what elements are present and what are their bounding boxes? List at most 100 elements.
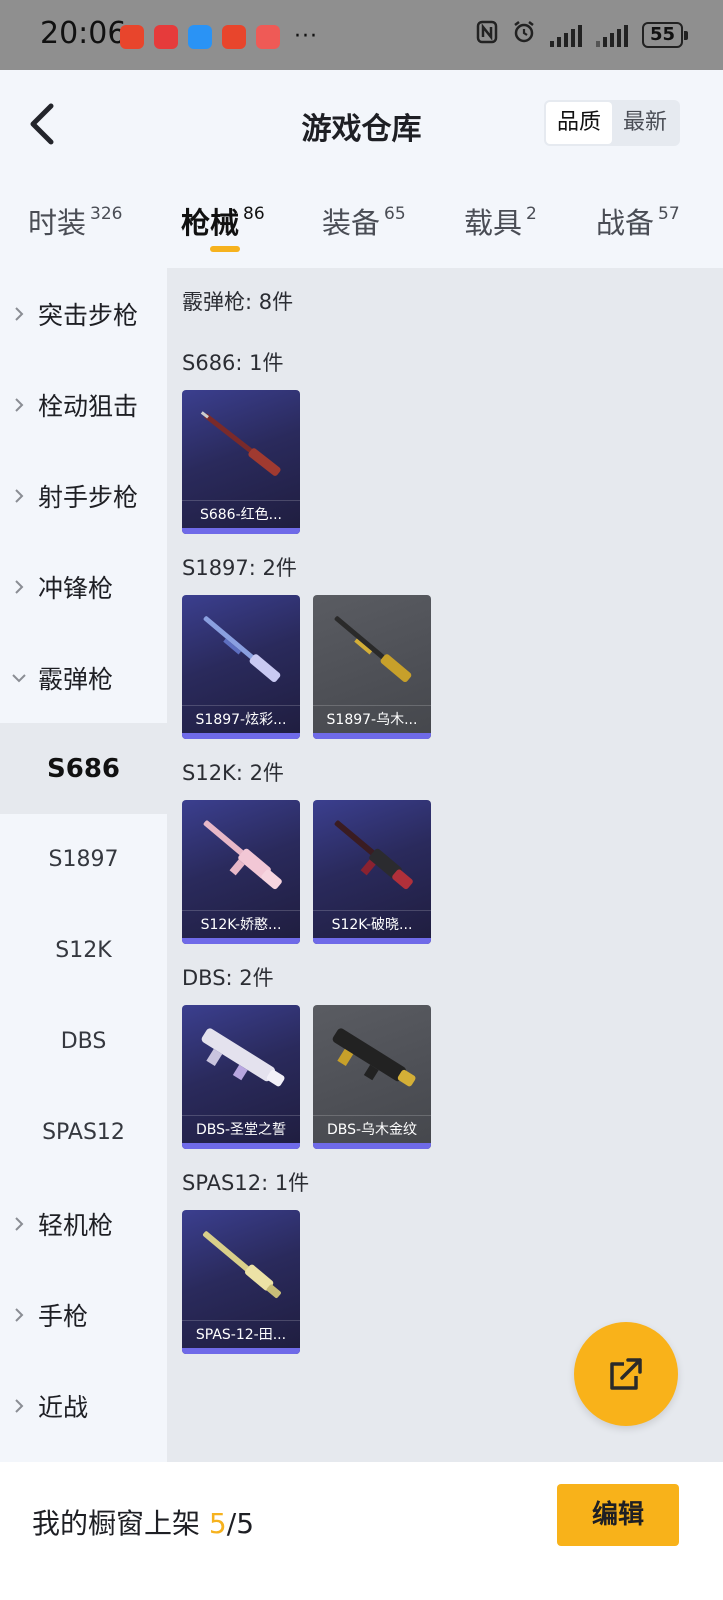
tab-count: 2 xyxy=(526,204,537,224)
tab-vehicles[interactable]: 载具 2 xyxy=(464,200,537,242)
weapon-card[interactable]: S12K-娇憨... xyxy=(182,800,300,944)
back-arrow-icon xyxy=(30,103,54,145)
sidebar-subitem-dbs[interactable]: DBS xyxy=(0,996,167,1087)
app-notification-icon xyxy=(154,24,178,49)
rarity-bar xyxy=(182,528,300,534)
tab-count: 65 xyxy=(384,204,406,224)
chevron-right-icon xyxy=(0,397,38,413)
sort-toggle: 品质 最新 xyxy=(544,100,680,146)
chevron-right-icon xyxy=(0,1398,38,1414)
weapon-name: DBS-圣堂之誓 xyxy=(182,1115,300,1143)
weapon-card[interactable]: SPAS-12-田... xyxy=(182,1210,300,1354)
weapon-name: S1897-乌木... xyxy=(313,705,431,733)
weapon-image xyxy=(334,616,412,683)
notification-icons: ··· xyxy=(120,24,318,49)
weapon-card[interactable]: S1897-炫彩... xyxy=(182,595,300,739)
weapon-image xyxy=(332,1028,416,1087)
sidebar-item-melee[interactable]: 近战 xyxy=(0,1360,167,1451)
weapon-image xyxy=(202,1231,281,1298)
sidebar-item-label: 突击步枪 xyxy=(38,300,139,330)
app-notification-icon xyxy=(222,24,246,49)
weapon-image xyxy=(200,411,281,476)
weapon-name: DBS-乌木金纹 xyxy=(313,1115,431,1143)
weapon-name: S1897-炫彩... xyxy=(182,705,300,733)
tab-count: 57 xyxy=(658,204,680,224)
weapon-card[interactable]: S1897-乌木... xyxy=(313,595,431,739)
section-title: SPAS12: 1件 xyxy=(182,1171,310,1195)
sidebar-item-assault-rifle[interactable]: 突击步枪 xyxy=(0,268,167,359)
nfc-icon xyxy=(476,20,498,49)
status-time: 20:06 xyxy=(40,16,127,51)
showcase-status: 我的橱窗上架 5/5 xyxy=(32,1507,255,1540)
chevron-right-icon xyxy=(0,1216,38,1232)
weapon-card[interactable]: DBS-圣堂之誓 xyxy=(182,1005,300,1149)
chevron-right-icon xyxy=(0,306,38,322)
showcase-total: 5 xyxy=(236,1507,255,1540)
chevron-right-icon xyxy=(0,488,38,504)
weapon-name: S686-红色... xyxy=(182,500,300,528)
rarity-bar xyxy=(313,1143,431,1149)
weapon-image xyxy=(334,820,413,890)
rarity-bar xyxy=(182,733,300,739)
section-title: S12K: 2件 xyxy=(182,761,284,785)
chevron-down-icon xyxy=(0,673,38,683)
sidebar-item-bolt-sniper[interactable]: 栓动狙击 xyxy=(0,359,167,450)
rarity-bar xyxy=(313,733,431,739)
edit-button[interactable]: 编辑 xyxy=(557,1484,679,1546)
rarity-bar xyxy=(182,1143,300,1149)
sidebar-item-label: 霰弹枪 xyxy=(38,664,114,694)
sort-option-quality[interactable]: 品质 xyxy=(546,102,612,144)
group-title: 霰弹枪: 8件 xyxy=(182,290,294,314)
weapon-card[interactable]: DBS-乌木金纹 xyxy=(313,1005,431,1149)
sidebar-item-label: 轻机枪 xyxy=(38,1210,114,1240)
weapon-name: S12K-娇憨... xyxy=(182,910,300,938)
tab-supplies[interactable]: 战备 57 xyxy=(596,200,680,242)
sidebar-item-marksman-rifle[interactable]: 射手步枪 xyxy=(0,450,167,541)
section-title: S1897: 2件 xyxy=(182,556,297,580)
section-title: S686: 1件 xyxy=(182,351,284,375)
sidebar-item-shotgun[interactable]: 霰弹枪 xyxy=(0,632,167,723)
page-header: 游戏仓库 品质 最新 xyxy=(0,70,723,180)
active-tab-indicator xyxy=(210,246,240,252)
weapon-list: 霰弹枪: 8件 S686: 1件 S686-红色... S1897: 2件 S1… xyxy=(167,268,723,1462)
sidebar-item-label: 栓动狙击 xyxy=(38,391,139,421)
signal-icon xyxy=(595,23,628,47)
back-button[interactable] xyxy=(18,98,66,150)
share-button[interactable] xyxy=(574,1322,678,1426)
section-title: DBS: 2件 xyxy=(182,966,274,990)
alarm-icon xyxy=(512,20,536,49)
chevron-right-icon xyxy=(0,579,38,595)
weapon-card[interactable]: S12K-破晓... xyxy=(313,800,431,944)
tab-equipment[interactable]: 装备 65 xyxy=(322,200,406,242)
sidebar-item-lmg[interactable]: 轻机枪 xyxy=(0,1178,167,1269)
weapon-image xyxy=(201,1028,285,1087)
sidebar-item-label: 冲锋枪 xyxy=(38,573,114,603)
more-notifications-icon: ··· xyxy=(294,24,318,49)
sort-option-latest[interactable]: 最新 xyxy=(612,102,678,144)
sidebar-item-smg[interactable]: 冲锋枪 xyxy=(0,541,167,632)
app-notification-icon xyxy=(256,24,280,49)
weapon-name: SPAS-12-田... xyxy=(182,1320,300,1348)
sidebar-subitem-spas12[interactable]: SPAS12 xyxy=(0,1087,167,1178)
sidebar-item-pistol[interactable]: 手枪 xyxy=(0,1269,167,1360)
tab-fashion[interactable]: 时装 326 xyxy=(28,200,122,242)
sidebar-subitem-s686[interactable]: S686 xyxy=(0,723,167,814)
sidebar-subitem-s12k[interactable]: S12K xyxy=(0,905,167,996)
tab-count: 86 xyxy=(243,204,265,224)
rarity-bar xyxy=(182,1348,300,1354)
rarity-bar xyxy=(182,938,300,944)
weapon-card[interactable]: S686-红色... xyxy=(182,390,300,534)
sidebar-subitem-s1897[interactable]: S1897 xyxy=(0,814,167,905)
message-notification-icon xyxy=(188,24,212,49)
app-notification-icon xyxy=(120,24,144,49)
weapon-image xyxy=(203,820,282,890)
showcase-count: 5 xyxy=(208,1507,227,1540)
weapon-name: S12K-破晓... xyxy=(313,910,431,938)
tab-count: 326 xyxy=(90,204,123,224)
tab-guns[interactable]: 枪械 86 xyxy=(181,200,265,242)
signal-icon xyxy=(549,23,582,47)
battery-icon: 55 xyxy=(641,21,689,48)
status-bar: 20:06 ··· 55 xyxy=(0,0,723,70)
sidebar-item-label: 近战 xyxy=(38,1392,89,1422)
rarity-bar xyxy=(313,938,431,944)
